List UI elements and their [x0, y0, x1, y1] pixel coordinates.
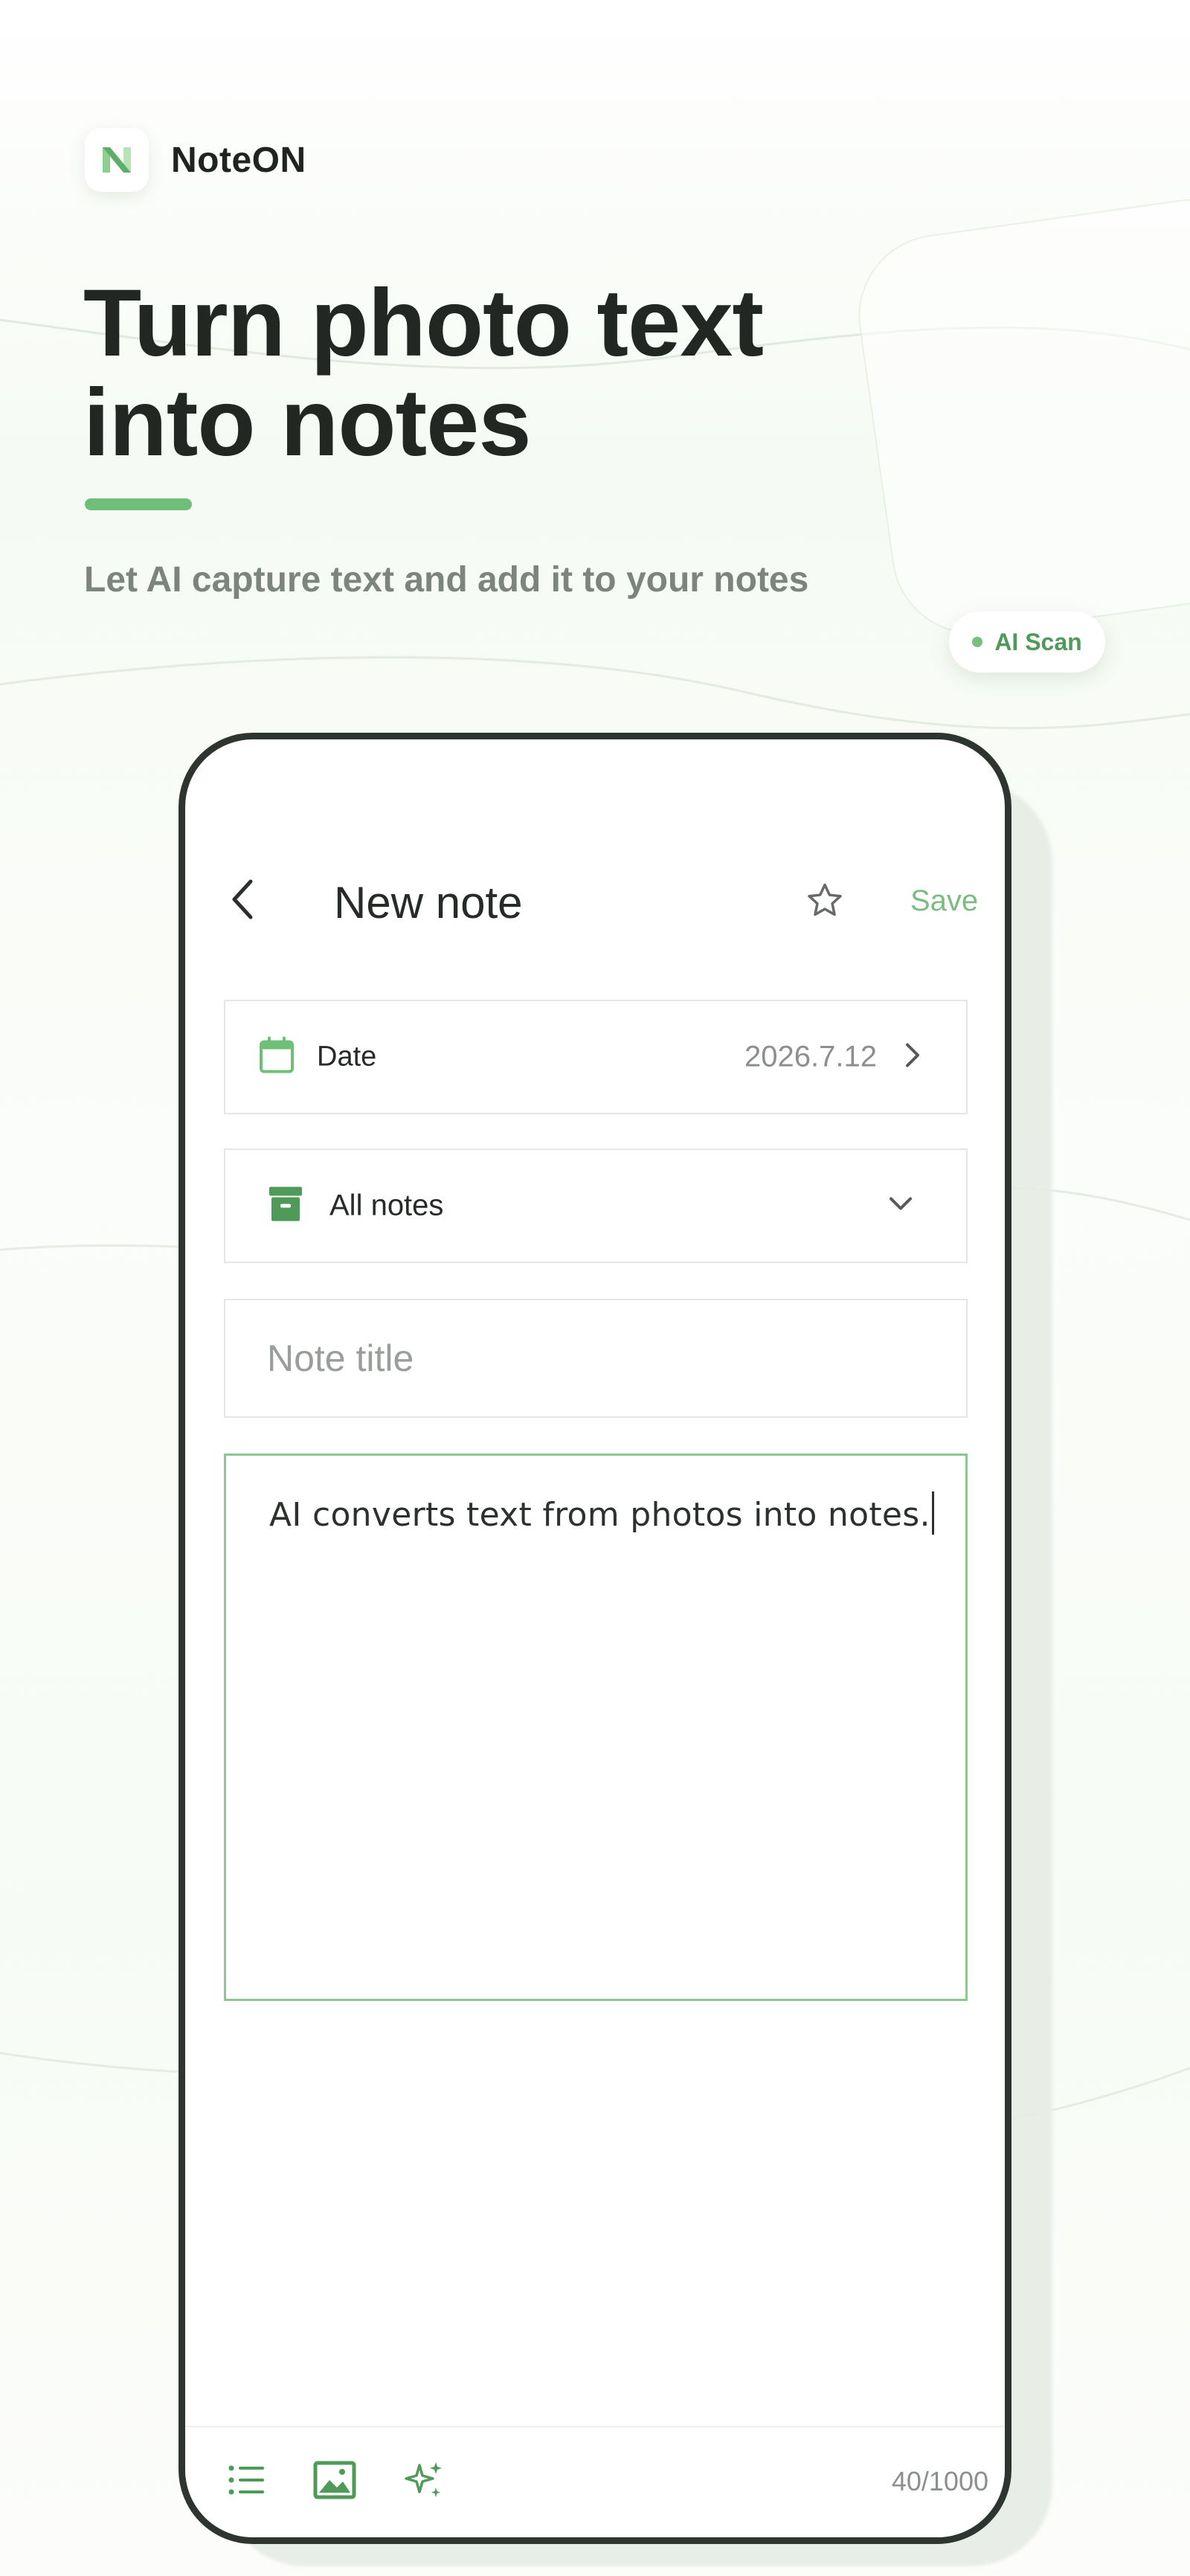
- character-counter: 40/1000: [891, 2466, 988, 2496]
- phone-frame: New note Save Date 2026.7.12 All notes N…: [178, 733, 1012, 2544]
- note-title-field[interactable]: Note title: [224, 1299, 968, 1418]
- list-button[interactable]: [224, 2457, 270, 2503]
- accent-bar: [85, 498, 192, 510]
- noteon-logo-icon: [85, 128, 149, 192]
- chevron-left-icon: [232, 879, 253, 919]
- chevron-right-icon: [904, 1041, 922, 1074]
- ai-scan-button[interactable]: [401, 2457, 447, 2503]
- ai-scan-badge: AI Scan: [949, 611, 1105, 672]
- hero-title: Turn photo text into notes: [83, 274, 901, 473]
- favorite-button[interactable]: [803, 879, 847, 923]
- calendar-icon: [258, 1035, 295, 1079]
- hero-title-line-2: into notes: [83, 370, 532, 476]
- hero-title-line-1: Turn photo text: [83, 270, 764, 376]
- note-body-editor[interactable]: AI converts text from photos into notes.: [224, 1454, 968, 2001]
- hero-subtitle: Let AI capture text and add it to your n…: [84, 560, 809, 600]
- folder-select[interactable]: All notes: [224, 1149, 968, 1263]
- brand-name: NoteON: [171, 140, 306, 180]
- note-editor-screen: New note Save Date 2026.7.12 All notes N…: [185, 739, 1005, 2537]
- date-label: Date: [317, 1041, 377, 1073]
- brand-header: NoteON: [85, 128, 306, 192]
- note-body-content: AI converts text from photos into notes.: [269, 1496, 930, 1534]
- status-dot-icon: [972, 637, 983, 647]
- note-body-text: AI converts text from photos into notes.: [269, 1491, 934, 1535]
- ai-scan-label: AI Scan: [994, 628, 1082, 655]
- list-icon: [228, 2465, 264, 2495]
- back-button[interactable]: [221, 877, 266, 922]
- bottom-toolbar: 40/1000: [185, 2426, 1005, 2537]
- sparkle-icon: [405, 2462, 442, 2497]
- date-row[interactable]: Date 2026.7.12: [224, 1000, 968, 1114]
- folder-selected-value: All notes: [329, 1189, 444, 1222]
- chevron-down-icon: [887, 1195, 914, 1217]
- archive-box-icon: [268, 1186, 303, 1227]
- image-icon: [313, 2461, 356, 2499]
- date-value: 2026.7.12: [744, 1040, 877, 1073]
- save-button[interactable]: Save: [910, 884, 978, 918]
- note-title-placeholder: Note title: [267, 1337, 414, 1379]
- text-cursor: [931, 1491, 934, 1535]
- nav-bar: New note Save: [185, 862, 1005, 937]
- insert-image-button[interactable]: [312, 2457, 358, 2503]
- page-title: New note: [334, 878, 523, 928]
- star-outline-icon: [808, 883, 842, 916]
